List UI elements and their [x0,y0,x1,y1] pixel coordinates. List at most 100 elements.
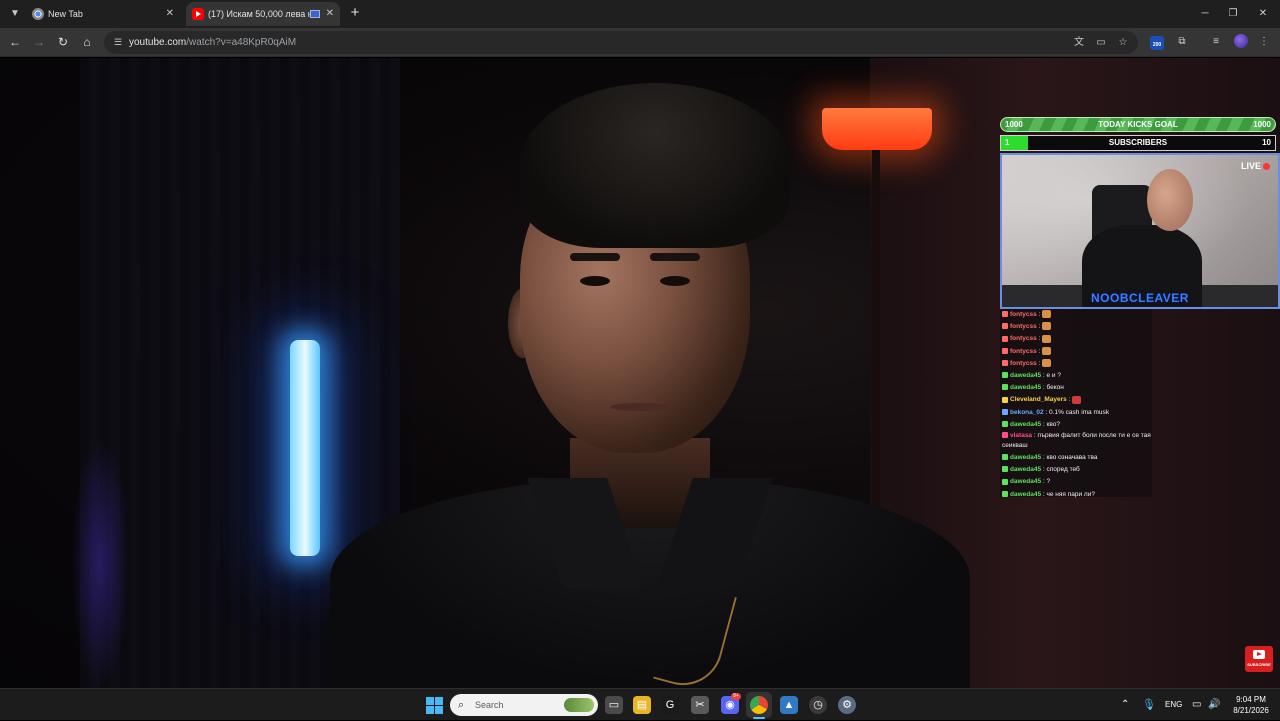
windows-logo-part [426,706,434,714]
task-view-icon[interactable]: ▭ [605,696,623,714]
chrome-taskbar-icon[interactable] [750,696,768,714]
reload-button[interactable]: ↻ [53,32,73,52]
windows-logo-part [435,706,443,714]
translate-icon[interactable]: 文 [1072,36,1086,50]
network-icon[interactable]: ▭ [1192,689,1201,721]
streamer-name: NOOBCLEAVER [1091,291,1189,305]
app-snip-icon[interactable]: ✂ [691,696,709,714]
media-controls-icon[interactable]: ≡ [1208,34,1224,50]
taskbar-clock[interactable]: 9:04 PM 8/21/2026 [1226,694,1276,716]
eye-right [660,276,690,286]
subscribers-title: SUBSCRIBERS [1108,138,1168,147]
extension-badge-count: 200 [1152,42,1162,48]
chat-emote-icon [1042,359,1052,368]
chat-username: fontycss [1010,347,1037,355]
tab-media-indicator-icon [310,10,320,18]
chat-badge-icon [1002,311,1008,318]
presenter-hair [520,83,790,248]
neon-tube-light [290,340,320,556]
home-button[interactable]: ⌂ [77,32,97,52]
tab-close-icon[interactable]: ✕ [166,2,174,26]
back-button[interactable]: ← [5,32,25,52]
url-path: /watch?v=a48KpR0qAiM [186,37,297,48]
windows-logo-part [435,697,443,705]
chat-badge-icon [1002,335,1008,342]
chat-username: vlatasa [1010,432,1033,439]
extensions-puzzle-icon[interactable]: ⧉ [1174,34,1190,50]
chat-message: daweda45 : кво означава тва [1002,452,1152,463]
language-indicator[interactable]: ENG [1165,689,1182,721]
app-g-icon[interactable]: G [661,696,679,714]
discord-badge: 9+ [731,693,741,700]
chat-text: ? [1046,478,1051,486]
bookmark-star-icon[interactable]: ☆ [1116,36,1130,50]
tab-label: (17) Искам 50,000 лева на [208,9,318,19]
presenter [330,78,970,688]
browser-toolbar: ← → ↻ ⌂ ☰ youtube.com/watch?v=a48KpR0qAi… [0,28,1280,57]
tab-youtube-video[interactable]: (17) Искам 50,000 лева на ✕ [186,2,340,26]
youtube-favicon-icon [192,8,204,20]
subscribers-goal-bar: 1 SUBSCRIBERS 10 [1000,135,1276,151]
chrome-menu-icon[interactable]: ⋮ [1256,34,1272,50]
search-highlight-image [564,698,594,712]
settings-icon[interactable]: ⚙ [838,696,856,714]
chat-message: vlatasa : първия фалит боли после ти е с… [1002,431,1152,451]
chat-username: bekona_02 [1010,408,1044,416]
windows-logo-icon [426,697,434,705]
taskbar-search[interactable]: ⌕ Search [450,694,598,716]
chat-badge-icon [1002,454,1008,461]
photos-icon[interactable]: ▲ [780,696,798,714]
forward-button[interactable]: → [29,32,49,52]
chat-badge-icon [1002,466,1008,473]
chat-username: daweda45 [1010,372,1042,379]
chat-emote-icon [1042,346,1052,355]
app-clock-icon[interactable]: ◷ [809,696,827,714]
extension-icon[interactable]: 200 [1150,36,1164,50]
background-glow [70,438,130,688]
chat-badge-icon [1002,432,1008,439]
file-explorer-icon[interactable]: ▤ [633,696,651,714]
chat-emote-icon [1042,322,1052,331]
chat-username: daweda45 [1010,420,1042,428]
chat-message: daweda45 : според теб [1002,464,1152,475]
start-button[interactable] [424,695,444,715]
search-icon: ⌕ [458,699,465,711]
tab-close-icon[interactable]: ✕ [326,2,334,26]
streamer-webcam: LIVE NOOBCLEAVER [1000,153,1280,309]
browser-tab-strip: ▼ New Tab ✕ (17) Искам 50,000 лева на ✕ … [0,0,1280,28]
chat-text: 0.1% cash ima musk [1049,408,1109,416]
cast-icon[interactable]: ▭ [1094,36,1108,50]
chat-username: daweda45 [1010,490,1042,498]
chat-message: bekona_02 : 0.1% cash ima musk [1002,407,1152,418]
chat-username: Cleveland_Mayers [1010,396,1067,404]
chat-username: fontycss [1010,311,1037,318]
tray-overflow-icon[interactable]: ⌃ [1121,689,1129,721]
volume-icon[interactable]: 🔊 [1208,689,1220,721]
subscribe-watermark-button[interactable]: SUBSCRIBE [1245,646,1273,672]
chat-message: fontycss : [1002,309,1152,320]
chat-message: fontycss : [1002,346,1152,357]
clock-time: 9:04 PM [1236,695,1266,704]
chat-username: fontycss [1010,323,1037,331]
new-tab-button[interactable]: + [346,4,364,22]
tab-search-chevron-icon[interactable]: ▼ [6,5,24,23]
restore-button[interactable]: ❐ [1216,0,1250,28]
goal-title: TODAY KICKS GOAL [1098,120,1178,129]
tab-new-tab[interactable]: New Tab ✕ [26,2,180,26]
chat-badge-icon [1002,347,1008,354]
chat-badge-icon [1002,408,1008,415]
microphone-icon[interactable]: 🎙 [1142,689,1156,721]
site-info-icon[interactable]: ☰ [112,36,124,48]
chat-badge-icon [1002,372,1008,379]
close-window-button[interactable]: ✕ [1246,0,1280,28]
profile-avatar[interactable] [1234,34,1248,48]
chat-message: fontycss : [1002,333,1152,344]
chat-badge-icon [1002,323,1008,330]
address-bar[interactable]: ☰ youtube.com/watch?v=a48KpR0qAiM 文 ▭ ☆ [104,31,1138,54]
url-text[interactable]: youtube.com/watch?v=a48KpR0qAiM [129,31,296,54]
kicks-goal-bar: 1000 TODAY KICKS GOAL 1000 [1000,117,1276,132]
chat-message: daweda45 : бекон [1002,382,1152,393]
chat-username: daweda45 [1010,478,1042,486]
chat-message: daweda45 : кво? [1002,419,1152,430]
goal-right-count: 1000 [1253,120,1271,129]
